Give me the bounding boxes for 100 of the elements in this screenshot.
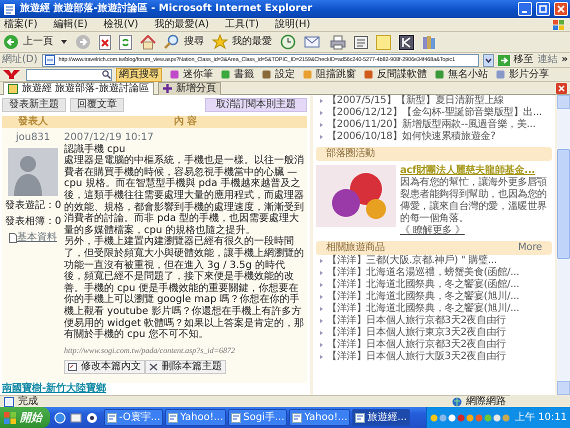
print-button[interactable] <box>330 34 346 50</box>
taskbar-button[interactable]: 旅遊經... <box>352 409 410 426</box>
taskbar-button[interactable]: Sogi手... <box>228 409 288 426</box>
unsubscribe-button[interactable]: 取消訂閱本則主題 <box>205 98 307 112</box>
refresh-button[interactable] <box>119 34 132 50</box>
mail-button[interactable] <box>304 35 322 49</box>
toolbar-button[interactable]: 無名小站 <box>435 68 488 80</box>
app-icon <box>221 70 230 79</box>
bullet-icon <box>320 259 323 263</box>
author-name: jou831 <box>16 132 50 144</box>
bullet-icon <box>320 307 323 311</box>
news-link[interactable]: 【2006/11/20】新增版型兩款--風過音樂，美... <box>327 119 536 131</box>
edit-icon <box>68 363 77 372</box>
toolbar-button[interactable]: 影片分享 <box>496 68 549 80</box>
close-tab-button[interactable] <box>556 82 567 94</box>
product-link[interactable]: 【洋洋】三都(大阪.京都.神戶) " 購璧... <box>327 255 497 267</box>
news-link[interactable]: 【2007/5/15】【新型】夏日清新型上線 <box>327 95 504 107</box>
taskbar-button[interactable]: Yahoo!... <box>165 409 226 426</box>
globe-icon <box>452 396 462 406</box>
footer-link[interactable]: 南國寶樹-新竹大陸寶鄉 <box>2 383 307 395</box>
page-icon <box>44 55 55 65</box>
bullet-icon <box>320 295 323 299</box>
search-field[interactable] <box>26 68 112 80</box>
more-button[interactable]: » <box>562 54 568 66</box>
new-tab-button[interactable]: 新增分頁 <box>158 82 221 94</box>
post-paragraph: 處理器是電腦的中樞系統，手機也是一樣。以往一般消費者在購買手機的時候，容易忽視手機當中的心臟 — cpu 規格。而在智慧型手機與 pda 手機越來越普及之後，這類手機往往需要處理大量的應用程式，而處理器的效能、規格，都會影響到手機的處理速度，漸漸受到消費者的討論。而非 pda 型的手機，也因需要處理大量的多媒體檔案，cpu 的規格也隨之提升。 <box>64 155 305 236</box>
app-icon <box>170 70 179 79</box>
column-header: 發表人 <box>16 116 49 128</box>
links-button[interactable]: 連結 <box>538 54 558 66</box>
clock: 上午 10:11 <box>515 412 567 424</box>
plus-icon <box>162 84 172 93</box>
maximize-button[interactable] <box>536 2 550 16</box>
product-link[interactable]: 【洋洋】北海道北國祭典，冬之饗宴(旭川/... <box>327 303 520 315</box>
news-link[interactable]: 【2006/10/18】如何快速累積旅遊金? <box>327 131 496 143</box>
bullet-icon <box>320 355 323 359</box>
product-link[interactable]: 【洋洋】日本個人旅行大阪3天2夜自由行 <box>327 351 506 363</box>
edit-button[interactable] <box>354 36 368 48</box>
history-button[interactable] <box>280 34 296 50</box>
menu-item[interactable]: 檢視(V) <box>104 18 138 30</box>
source-url: http://www.sogi.com.tw/pada/content.asp?s_id=6872 <box>64 344 236 356</box>
document-icon <box>9 233 17 243</box>
browser-tab[interactable]: 旅遊經 旅遊部落-旅遊討論區 <box>3 82 154 94</box>
product-link[interactable]: 【洋洋】北海道北國祭典，冬之饗宴(函館/... <box>327 279 520 291</box>
taskbar-button[interactable]: Yahoo!... <box>289 409 350 426</box>
minimize-button[interactable] <box>518 2 532 16</box>
y-logo-icon <box>2 69 22 80</box>
post-title: 認識手機 cpu <box>64 144 126 155</box>
stop-button[interactable] <box>99 34 111 50</box>
product-link[interactable]: 【洋洋】日本個人旅行東京3天2夜自由行 <box>327 327 506 339</box>
search-button[interactable]: 搜尋 <box>164 34 204 50</box>
menu-item[interactable]: 編輯(E) <box>54 18 88 30</box>
menu-item[interactable]: 說明(H) <box>274 18 310 30</box>
toolbar-button[interactable]: 書籤 <box>221 68 254 80</box>
media-icon[interactable] <box>86 412 98 424</box>
app-icon <box>496 70 505 79</box>
desktop-icon[interactable] <box>70 412 82 424</box>
product-link[interactable]: 【洋洋】日本個人旅行京都3天2夜自由行 <box>327 315 506 327</box>
bullet-icon <box>320 319 323 323</box>
toolbar-button[interactable]: 反間諜軟體 <box>364 68 427 80</box>
home-button[interactable] <box>140 34 156 50</box>
maximize-icon <box>539 5 547 13</box>
toolbar-button[interactable]: 迷你筆 <box>170 68 213 80</box>
action-button[interactable]: 回覆文章 <box>70 98 124 112</box>
window-icon <box>292 412 302 422</box>
more-link[interactable]: More <box>518 242 542 254</box>
toolbar-button[interactable]: 阻擋跳窗 <box>303 68 356 80</box>
toolbar-button[interactable]: 設定 <box>262 68 295 80</box>
menu-item[interactable]: 工具(T) <box>225 18 259 30</box>
web-search-button[interactable]: 網頁搜尋 <box>116 68 162 82</box>
section-heading: 部落圈活動 <box>326 148 376 160</box>
caret-icon[interactable] <box>61 40 67 44</box>
go-button[interactable]: 移至 <box>498 54 534 66</box>
taskbar-button[interactable]: -O寰宇... <box>104 409 164 426</box>
favorites-button[interactable]: 我的最愛 <box>212 34 272 50</box>
dropdown-button[interactable] <box>482 54 494 66</box>
favicon-icon <box>8 84 18 94</box>
books-button[interactable] <box>422 34 436 50</box>
post-action-button[interactable]: 刪除本篇主題 <box>145 360 226 374</box>
product-link[interactable]: 【洋洋】日本個人旅行京都3天2夜自由行 <box>327 339 506 351</box>
bullet-icon <box>320 135 323 139</box>
product-link[interactable]: 【洋洋】北海道北國祭典，冬之饗宴(旭川/... <box>327 291 520 303</box>
window-icon <box>355 412 366 422</box>
learn-more-link[interactable]: 《 瞭解更多 》 <box>400 225 552 237</box>
menu-item[interactable]: 檔案(F) <box>4 18 38 30</box>
close-button[interactable] <box>554 2 568 16</box>
zone-text: 網際網路 <box>466 396 506 408</box>
action-button[interactable]: 發表新主題 <box>2 98 66 112</box>
menu-item[interactable]: 我的最愛(A) <box>154 18 209 30</box>
window-icon <box>168 412 178 422</box>
bullet-icon <box>320 343 323 347</box>
window-icon <box>231 412 242 422</box>
profile-link[interactable]: 基本資料 <box>9 232 57 244</box>
author-stat: 發表相簿：0 <box>4 216 62 228</box>
back-button[interactable]: 上一頁 <box>3 34 53 50</box>
product-link[interactable]: 【洋洋】北海道名湯巡禮，螃蟹美食(函館/... <box>327 267 520 279</box>
k-logo-button[interactable] <box>399 34 414 50</box>
news-link[interactable]: 【2006/12/12】【金勾杯-聖誕節音樂版型】出... <box>327 107 542 119</box>
post-action-button[interactable]: 修改本篇內文 <box>64 360 145 374</box>
scrollbar[interactable] <box>557 95 570 395</box>
browser-icon[interactable] <box>54 412 66 424</box>
